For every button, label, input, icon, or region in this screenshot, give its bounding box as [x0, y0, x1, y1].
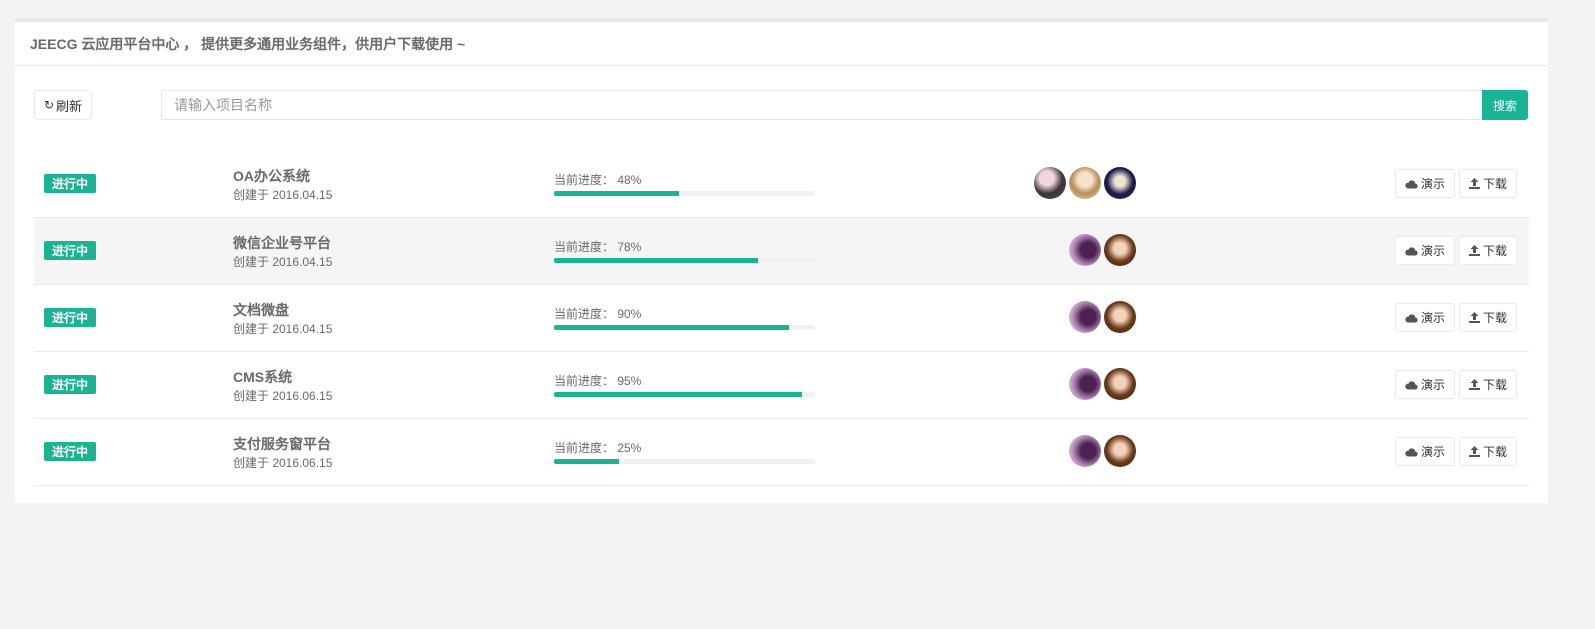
project-name[interactable]: OA办公系统 — [233, 166, 310, 186]
progress-label: 当前进度： 25% — [554, 441, 642, 455]
avatar[interactable] — [1104, 368, 1136, 400]
progress-bar-fill — [554, 392, 802, 397]
cloud-icon — [1405, 179, 1418, 189]
demo-button[interactable]: 演示 — [1395, 370, 1456, 399]
project-row: 进行中 支付服务窗平台 创建于 2016.06.15 当前进度： 25% 演示 … — [34, 419, 1529, 486]
row-actions: 演示 下载 — [1395, 370, 1518, 399]
download-label: 下载 — [1483, 311, 1508, 325]
member-avatars — [1069, 301, 1136, 333]
member-avatars — [1069, 435, 1136, 467]
progress-bar — [554, 191, 815, 196]
status-badge: 进行中 — [44, 241, 96, 260]
progress-bar-fill — [554, 325, 789, 330]
progress-bar — [554, 392, 815, 397]
download-label: 下载 — [1483, 445, 1508, 459]
demo-button[interactable]: 演示 — [1395, 437, 1456, 466]
toolbar: ↻ 刷新 搜索 — [34, 90, 1528, 120]
download-label: 下载 — [1483, 177, 1508, 191]
status-badge: 进行中 — [44, 442, 96, 461]
status-badge: 进行中 — [44, 174, 96, 193]
download-button[interactable]: 下载 — [1459, 236, 1518, 265]
cloud-icon — [1405, 313, 1418, 323]
project-created-date: 创建于 2016.06.15 — [233, 389, 333, 403]
progress-bar-fill — [554, 258, 758, 263]
status-badge: 进行中 — [44, 308, 96, 327]
progress-bar-fill — [554, 459, 620, 464]
demo-label: 演示 — [1421, 378, 1446, 392]
project-row: 进行中 OA办公系统 创建于 2016.04.15 当前进度： 48% 演示 下… — [34, 151, 1529, 218]
project-row: 进行中 CMS系统 创建于 2016.06.15 当前进度： 95% 演示 下载 — [34, 352, 1529, 419]
project-panel: JEECG 云应用平台中心 ， 提供更多通用业务组件，供用户下载使用 ~ ↻ 刷… — [15, 18, 1548, 503]
panel-title: JEECG 云应用平台中心 ， 提供更多通用业务组件，供用户下载使用 ~ — [15, 22, 1548, 66]
download-label: 下载 — [1483, 378, 1508, 392]
status-badge: 进行中 — [44, 375, 96, 394]
avatar[interactable] — [1069, 368, 1101, 400]
project-name[interactable]: CMS系统 — [233, 367, 292, 387]
demo-label: 演示 — [1421, 177, 1446, 191]
demo-label: 演示 — [1421, 445, 1446, 459]
upload-icon — [1469, 379, 1481, 390]
avatar[interactable] — [1104, 234, 1136, 266]
demo-button[interactable]: 演示 — [1395, 236, 1456, 265]
demo-label: 演示 — [1421, 311, 1446, 325]
search-button[interactable]: 搜索 — [1482, 90, 1528, 120]
project-name[interactable]: 微信企业号平台 — [233, 233, 331, 253]
avatar[interactable] — [1069, 435, 1101, 467]
demo-label: 演示 — [1421, 244, 1446, 258]
upload-icon — [1469, 245, 1481, 256]
cloud-icon — [1405, 447, 1418, 457]
avatar[interactable] — [1104, 167, 1136, 199]
avatar[interactable] — [1034, 167, 1066, 199]
project-created-date: 创建于 2016.04.15 — [233, 188, 333, 202]
project-created-date: 创建于 2016.04.15 — [233, 322, 333, 336]
progress-label: 当前进度： 78% — [554, 240, 642, 254]
row-actions: 演示 下载 — [1395, 437, 1518, 466]
row-actions: 演示 下载 — [1395, 236, 1518, 265]
refresh-icon: ↻ — [43, 98, 55, 112]
download-button[interactable]: 下载 — [1459, 370, 1518, 399]
search-input[interactable] — [161, 90, 1483, 120]
demo-button[interactable]: 演示 — [1395, 169, 1456, 198]
row-actions: 演示 下载 — [1395, 169, 1518, 198]
refresh-button[interactable]: ↻ 刷新 — [34, 90, 92, 120]
project-row: 进行中 文档微盘 创建于 2016.04.15 当前进度： 90% 演示 下载 — [34, 285, 1529, 352]
download-button[interactable]: 下载 — [1459, 303, 1518, 332]
upload-icon — [1469, 446, 1481, 457]
project-list: 进行中 OA办公系统 创建于 2016.04.15 当前进度： 48% 演示 下… — [34, 151, 1529, 486]
member-avatars — [1069, 234, 1136, 266]
progress-label: 当前进度： 95% — [554, 374, 642, 388]
project-created-date: 创建于 2016.04.15 — [233, 255, 333, 269]
project-name[interactable]: 文档微盘 — [233, 300, 289, 320]
progress-label: 当前进度： 48% — [554, 173, 642, 187]
row-actions: 演示 下载 — [1395, 303, 1518, 332]
upload-icon — [1469, 312, 1481, 323]
avatar[interactable] — [1104, 435, 1136, 467]
download-label: 下载 — [1483, 244, 1508, 258]
project-created-date: 创建于 2016.06.15 — [233, 456, 333, 470]
progress-label: 当前进度： 90% — [554, 307, 642, 321]
progress-bar — [554, 325, 815, 330]
demo-button[interactable]: 演示 — [1395, 303, 1456, 332]
avatar[interactable] — [1069, 234, 1101, 266]
progress-bar — [554, 459, 815, 464]
project-row: 进行中 微信企业号平台 创建于 2016.04.15 当前进度： 78% 演示 … — [34, 218, 1529, 285]
project-name[interactable]: 支付服务窗平台 — [233, 434, 331, 454]
cloud-icon — [1405, 380, 1418, 390]
avatar[interactable] — [1104, 301, 1136, 333]
avatar[interactable] — [1069, 167, 1101, 199]
member-avatars — [1069, 368, 1136, 400]
upload-icon — [1469, 178, 1481, 189]
download-button[interactable]: 下载 — [1459, 169, 1518, 198]
progress-bar-fill — [554, 191, 680, 196]
refresh-label: 刷新 — [56, 98, 83, 114]
cloud-icon — [1405, 246, 1418, 256]
progress-bar — [554, 258, 815, 263]
avatar[interactable] — [1069, 301, 1101, 333]
member-avatars — [1034, 167, 1136, 199]
download-button[interactable]: 下载 — [1459, 437, 1518, 466]
